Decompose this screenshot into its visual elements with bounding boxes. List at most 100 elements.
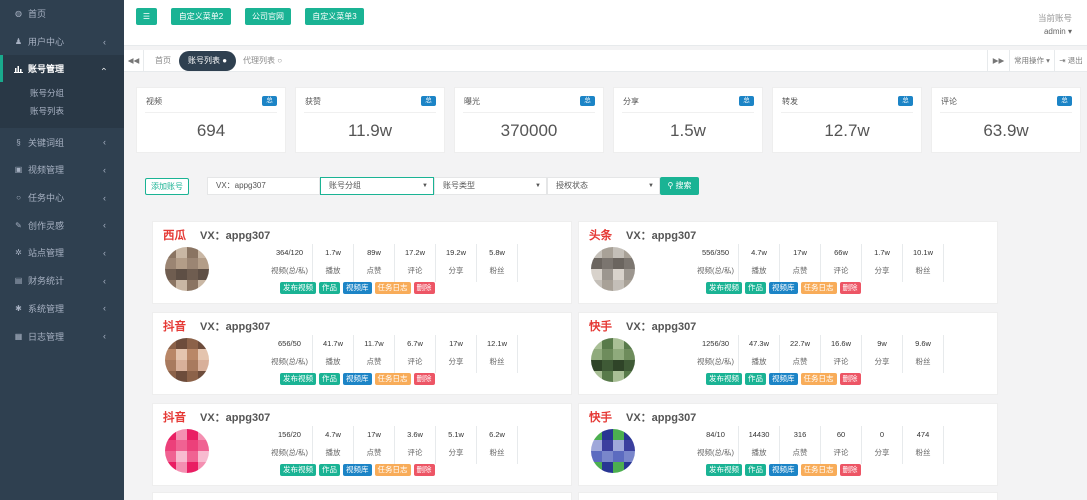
account-vx: VX：appg307 <box>626 321 697 333</box>
tabs-bar: ◀◀ 首页 账号列表 ● 代理列表 ○ ▶▶ 常用操作 ▾ ⇥ 退出 <box>124 50 1087 72</box>
delete-button[interactable]: 删除 <box>413 464 435 476</box>
works-button[interactable]: 作品 <box>745 464 766 476</box>
common-operations-dropdown[interactable]: 常用操作 ▾ <box>1009 50 1054 72</box>
task-log-button[interactable]: 任务日志 <box>800 282 837 294</box>
metric-value: 6.2w <box>489 430 505 439</box>
tab-agent-list[interactable]: 代理列表 ○ <box>243 50 282 72</box>
account-info[interactable]: 当前账号 admin ▾ <box>1038 12 1072 38</box>
works-button[interactable]: 作品 <box>745 373 766 385</box>
metric-label: 播放 <box>325 266 341 275</box>
submenu-item-account-group[interactable]: 账号分组 <box>30 84 124 102</box>
metric-value: 5.1w <box>448 430 464 439</box>
sidebar-item-user-center[interactable]: ♟ 用户中心 ‹ <box>0 28 124 56</box>
works-button[interactable]: 作品 <box>745 282 766 294</box>
tabs-scroll-left-button[interactable]: ◀◀ <box>124 50 144 72</box>
chevron-left-icon: ‹ <box>103 247 106 258</box>
metric-label: 播放 <box>751 448 767 457</box>
custom-menu-2-button[interactable]: 自定义菜单2 <box>171 8 231 25</box>
video-library-button[interactable]: 视频库 <box>769 464 798 476</box>
sidebar-item-home[interactable]: ◍ 首页 <box>0 0 124 28</box>
sidebar-item-system-management[interactable]: ✱ 系统管理 ‹ <box>0 295 124 323</box>
tab-account-list[interactable]: 账号列表 ● <box>179 51 237 71</box>
video-library-button[interactable]: 视频库 <box>769 373 798 385</box>
works-button[interactable]: 作品 <box>319 464 340 476</box>
publish-video-button[interactable]: 发布视频 <box>706 464 742 476</box>
sidebar-item-finance[interactable]: ▤ 财务统计 ‹ <box>0 267 124 295</box>
close-icon[interactable]: ○ <box>277 56 282 65</box>
custom-menu-3-button[interactable]: 自定义菜单3 <box>305 8 364 25</box>
close-icon[interactable]: ● <box>222 56 227 65</box>
video-library-button[interactable]: 视频库 <box>343 373 372 385</box>
delete-button[interactable]: 删除 <box>839 464 861 476</box>
account-group-select[interactable]: 账号分组 ▼ <box>320 177 434 195</box>
video-library-button[interactable]: 视频库 <box>343 282 372 294</box>
sidebar-item-keyword-group[interactable]: § 关键词组 ‹ <box>0 128 124 156</box>
logout-button[interactable]: ⇥ 退出 <box>1054 50 1087 72</box>
search-label: 搜索 <box>675 181 692 190</box>
avatar[interactable] <box>591 338 635 382</box>
metric-label: 粉丝 <box>489 357 505 366</box>
task-log-button[interactable]: 任务日志 <box>374 282 411 294</box>
account-type-select[interactable]: 账号类型 ▼ <box>434 177 547 195</box>
video-library-button[interactable]: 视频库 <box>343 464 372 476</box>
search-button[interactable]: ⚲ 搜索 <box>660 177 699 195</box>
task-log-button[interactable]: 任务日志 <box>800 464 837 476</box>
stat-badge: 总 <box>421 96 436 106</box>
menu-toggle-button[interactable]: ☰ <box>136 8 157 25</box>
metric-label: 粉丝 <box>915 357 931 366</box>
metric-label: 视频(总/私) <box>696 448 735 457</box>
add-account-button[interactable]: 添加账号 <box>145 178 189 195</box>
tab-home[interactable]: 首页 <box>155 50 171 72</box>
caret-down-icon: ▼ <box>648 183 654 189</box>
sidebar-item-creative-inspiration[interactable]: ✎ 创作灵感 ‹ <box>0 211 124 239</box>
avatar[interactable] <box>591 429 635 473</box>
stat-card-shares: 分享 总 1.5w <box>613 87 763 153</box>
sidebar-item-log-management[interactable]: ▦ 日志管理 ‹ <box>0 322 124 350</box>
sidebar-item-site-management[interactable]: ✲ 站点管理 ‹ <box>0 239 124 267</box>
delete-button[interactable]: 删除 <box>413 373 435 385</box>
delete-button[interactable]: 删除 <box>413 282 435 294</box>
account-vx: VX：appg307 <box>626 230 697 242</box>
auth-status-select[interactable]: 授权状态 ▼ <box>547 177 660 195</box>
task-log-button[interactable]: 任务日志 <box>374 373 411 385</box>
avatar[interactable] <box>165 429 209 473</box>
company-website-button[interactable]: 公司官网 <box>245 8 291 25</box>
vx-search-input[interactable]: VX：appg307 <box>207 177 320 195</box>
chevron-left-icon: ‹ <box>103 192 106 203</box>
sidebar-item-video-management[interactable]: ▣ 视频管理 ‹ <box>0 156 124 184</box>
metric-cell: 1.7w 分享 <box>862 244 903 282</box>
platform-name: 西瓜 <box>163 230 186 242</box>
sidebar-item-task-center[interactable]: ○ 任务中心 ‹ <box>0 184 124 212</box>
select-value: 账号分组 <box>329 181 361 190</box>
sidebar-item-account-management[interactable]: 账号管理 ‹ <box>0 55 124 83</box>
caret-down-icon: ▾ <box>1065 27 1072 36</box>
metric-cell: 1.7w 播放 <box>313 244 354 282</box>
tabs-scroll-right-button[interactable]: ▶▶ <box>987 50 1009 72</box>
metric-label: 点赞 <box>366 266 382 275</box>
publish-video-button[interactable]: 发布视频 <box>280 464 316 476</box>
next-card-edge <box>578 492 998 500</box>
publish-video-button[interactable]: 发布视频 <box>280 373 316 385</box>
publish-video-button[interactable]: 发布视频 <box>706 373 742 385</box>
publish-video-button[interactable]: 发布视频 <box>706 282 742 294</box>
publish-video-button[interactable]: 发布视频 <box>280 282 316 294</box>
chevron-left-icon: ‹ <box>103 275 106 286</box>
metric-value: 17w <box>367 430 381 439</box>
delete-button[interactable]: 删除 <box>839 373 861 385</box>
delete-button[interactable]: 删除 <box>839 282 861 294</box>
task-log-button[interactable]: 任务日志 <box>374 464 411 476</box>
metric-value: 17.2w <box>404 248 425 257</box>
avatar[interactable] <box>165 338 209 382</box>
metric-label: 视频(总/私) <box>270 266 309 275</box>
submenu-item-account-list[interactable]: 账号列表 <box>30 102 124 120</box>
avatar[interactable] <box>165 247 209 291</box>
metric-value: 19.2w <box>445 248 466 257</box>
works-button[interactable]: 作品 <box>319 282 340 294</box>
metric-value: 22.7w <box>789 339 810 348</box>
task-log-button[interactable]: 任务日志 <box>800 373 837 385</box>
works-button[interactable]: 作品 <box>319 373 340 385</box>
metric-cell: 0 分享 <box>862 426 903 464</box>
avatar[interactable] <box>591 247 635 291</box>
stat-badge: 总 <box>262 96 277 106</box>
video-library-button[interactable]: 视频库 <box>769 282 798 294</box>
